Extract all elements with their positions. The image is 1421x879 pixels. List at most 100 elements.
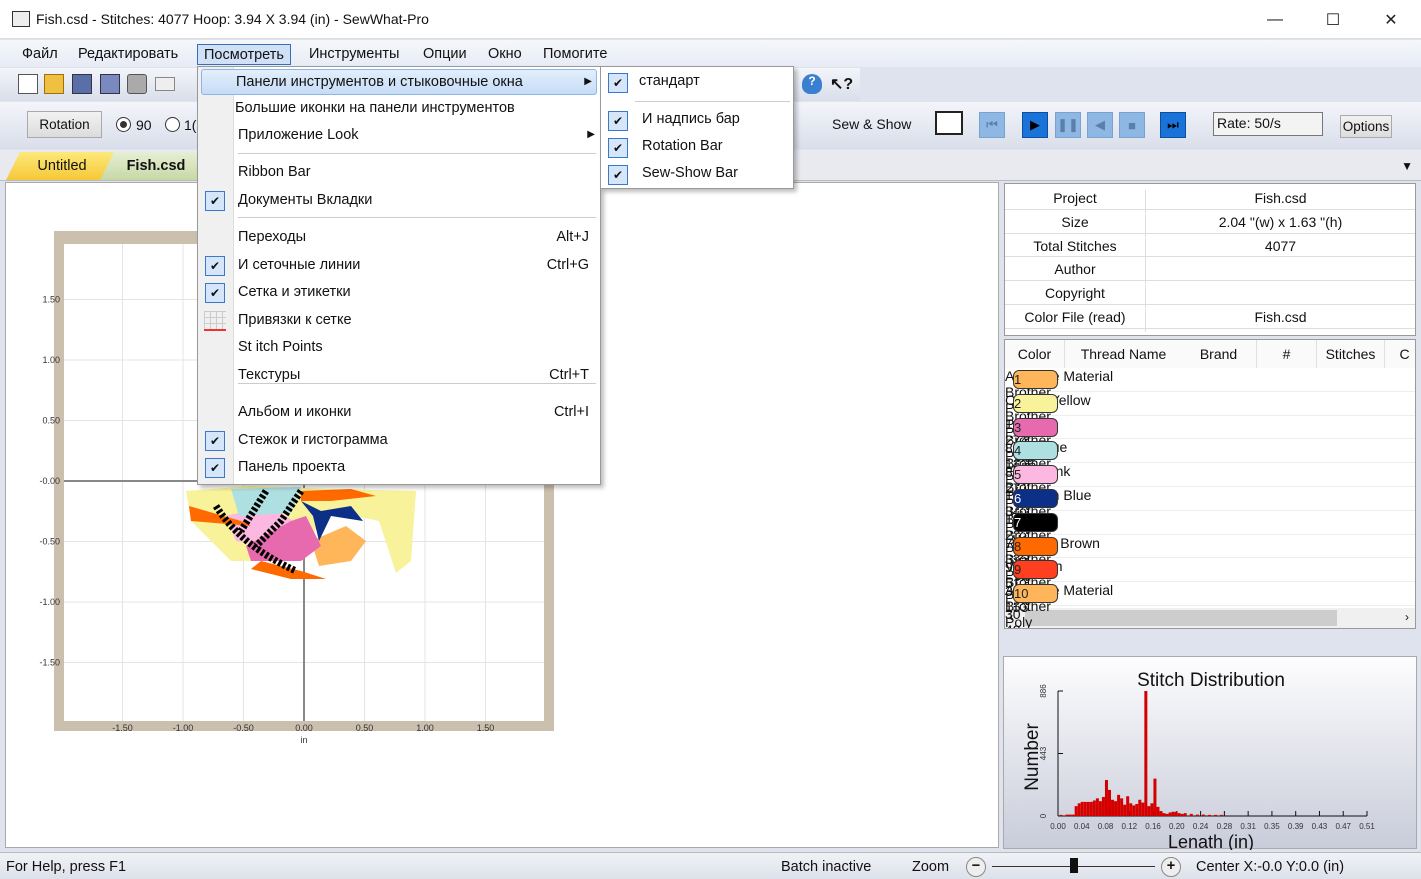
table-row[interactable]: 6Prussian BlueBrother Poly7395 bbox=[1005, 487, 1415, 567]
stop-button[interactable]: ■ bbox=[1119, 112, 1145, 138]
color-swatch[interactable]: 3 bbox=[1013, 417, 1058, 437]
scroll-right-icon[interactable]: › bbox=[1405, 610, 1409, 624]
column-header[interactable]: C bbox=[1385, 340, 1415, 368]
color-swatch[interactable]: 6 bbox=[1013, 489, 1058, 508]
table-row[interactable]: 2Cream YellowBrother Poly8121886 bbox=[1005, 392, 1415, 472]
sewing-machine-icon[interactable] bbox=[935, 111, 963, 135]
save-as-icon[interactable] bbox=[100, 74, 120, 94]
menu-help[interactable]: Помогите bbox=[537, 44, 613, 65]
menu-item-label: Привязки к сетке bbox=[238, 312, 352, 328]
save-icon[interactable] bbox=[72, 74, 92, 94]
table-row[interactable]: 5Flesh PinkBrother Poly124202 bbox=[1005, 463, 1415, 543]
menu-edit[interactable]: Редактировать bbox=[72, 44, 184, 65]
menu-item-label: Большие иконки на панели инструментов bbox=[235, 100, 515, 116]
rate-field[interactable]: Rate: 50/s bbox=[1213, 112, 1323, 136]
histogram-bar bbox=[1095, 798, 1099, 816]
zoom-in-button[interactable]: + bbox=[1161, 857, 1181, 877]
x-tick-label: 0.24 bbox=[1193, 822, 1209, 831]
column-header[interactable]: Thread Name bbox=[1065, 340, 1183, 368]
checkmark-icon: ✔ bbox=[205, 256, 225, 276]
table-row[interactable]: 1Applique MaterialBrother Poly100274 bbox=[1005, 368, 1415, 448]
menu-item[interactable]: St itch Points bbox=[235, 335, 599, 361]
menu-window[interactable]: Окно bbox=[482, 44, 528, 65]
column-header[interactable]: Color bbox=[1005, 340, 1065, 368]
print-icon[interactable] bbox=[127, 74, 147, 94]
menu-item[interactable]: Документы Вкладки bbox=[235, 188, 599, 214]
x-tick-label: 0.00 bbox=[1050, 822, 1066, 831]
table-row[interactable]: 9VermilionBrother Poly3042 bbox=[1005, 558, 1415, 628]
color-swatch[interactable]: 9 bbox=[1013, 560, 1058, 580]
column-header[interactable]: Stitches bbox=[1317, 340, 1385, 368]
menu-file[interactable]: Файл bbox=[16, 44, 64, 65]
axis-unit-label: in bbox=[300, 735, 307, 745]
radio-90[interactable] bbox=[116, 117, 131, 132]
options-button[interactable]: Options bbox=[1340, 115, 1392, 138]
open-folder-icon[interactable] bbox=[44, 74, 64, 94]
menu-item[interactable]: Альбом и иконки Ctrl+I bbox=[235, 400, 599, 426]
submenu-item[interactable]: Rotation Bar bbox=[637, 134, 792, 160]
menu-options[interactable]: Опции bbox=[417, 44, 473, 65]
submenu-item[interactable]: И надпись бар bbox=[637, 107, 792, 133]
zoom-slider-thumb[interactable] bbox=[1069, 858, 1078, 873]
tab-untitled[interactable]: Untitled bbox=[6, 152, 118, 180]
column-header[interactable]: # bbox=[1257, 340, 1317, 368]
menu-item[interactable]: Привязки к сетке bbox=[235, 308, 599, 334]
help-shield-icon[interactable]: ? bbox=[802, 74, 822, 94]
last-stitch-button[interactable]: ⏭ bbox=[1160, 112, 1186, 138]
table-row[interactable]: 7BlackBrother Poly900512 bbox=[1005, 511, 1415, 591]
project-key: Size bbox=[1061, 213, 1089, 230]
email-icon[interactable] bbox=[155, 77, 175, 91]
histogram-bar bbox=[1195, 814, 1199, 816]
color-swatch[interactable]: 4 bbox=[1013, 441, 1058, 461]
radio-180[interactable] bbox=[165, 117, 180, 132]
table-row[interactable]: 10Applique MaterialBrother Poly1002 bbox=[1005, 582, 1415, 628]
histogram-bar bbox=[1089, 801, 1093, 816]
zoom-out-button[interactable]: − bbox=[966, 857, 986, 877]
menu-item[interactable]: Панели инструментов и стыковочные окна ▶ bbox=[201, 69, 597, 95]
table-row[interactable]: 3PinkBrother Poly85271 bbox=[1005, 416, 1415, 496]
menu-item[interactable]: Ribbon Bar bbox=[235, 160, 599, 186]
pause-button[interactable]: ❚❚ bbox=[1055, 112, 1081, 138]
table-row[interactable]: 4Light BlueBrother Poly17340 bbox=[1005, 439, 1415, 519]
x-tick-label: 0.47 bbox=[1335, 822, 1351, 831]
project-row: Total Stitches 4077 bbox=[1005, 234, 1415, 261]
menu-item[interactable]: Переходы Alt+J bbox=[235, 225, 599, 251]
histogram-bar bbox=[1207, 814, 1211, 816]
menu-item[interactable]: Сетка и этикетки bbox=[235, 280, 599, 306]
menu-view[interactable]: Посмотреть bbox=[197, 44, 291, 65]
histogram-bar bbox=[1159, 811, 1163, 816]
histogram-bar bbox=[1071, 814, 1075, 816]
window-title: Fish.csd - Stitches: 4077 Hoop: 3.94 X 3… bbox=[36, 11, 429, 27]
maximize-button[interactable]: ☐ bbox=[1304, 0, 1362, 39]
menu-item[interactable]: Панель проекта bbox=[235, 455, 599, 481]
color-swatch[interactable]: 10 bbox=[1013, 584, 1058, 604]
color-swatch[interactable]: 5 bbox=[1013, 465, 1058, 485]
context-help-icon[interactable]: ↖? bbox=[830, 74, 853, 94]
new-file-icon[interactable] bbox=[18, 74, 38, 94]
step-back-button[interactable]: ◀ bbox=[1087, 112, 1113, 138]
first-stitch-button[interactable]: ⏮ bbox=[979, 112, 1005, 138]
histogram-bar bbox=[1132, 805, 1136, 816]
menu-tools[interactable]: Инструменты bbox=[303, 44, 405, 65]
minimize-button[interactable]: — bbox=[1246, 0, 1304, 39]
table-row[interactable]: 8Reddish BrownBrother Poly337153 bbox=[1005, 535, 1415, 615]
submenu-item[interactable]: стандарт bbox=[637, 69, 792, 95]
menu-item[interactable]: И сеточные линии Ctrl+G bbox=[235, 253, 599, 279]
play-button[interactable]: ▶ bbox=[1022, 112, 1048, 138]
color-swatch[interactable]: 8 bbox=[1013, 536, 1058, 556]
submenu-item[interactable]: Sew-Show Bar bbox=[637, 161, 792, 187]
color-swatch[interactable]: 1 bbox=[1013, 370, 1058, 389]
menu-item[interactable]: Приложение Look ▶ bbox=[235, 123, 599, 149]
color-swatch[interactable]: 7 bbox=[1013, 512, 1058, 532]
menu-item[interactable]: Текстуры Ctrl+T bbox=[235, 363, 599, 389]
histogram-bar bbox=[1068, 814, 1072, 816]
close-button[interactable]: ✕ bbox=[1362, 0, 1420, 39]
rotation-button[interactable]: Rotation bbox=[27, 111, 102, 138]
column-header[interactable]: Brand bbox=[1181, 340, 1257, 368]
menu-item[interactable]: Стежок и гистограмма bbox=[235, 428, 599, 454]
tab-fish[interactable]: Fish.csd bbox=[100, 152, 212, 180]
menu-item[interactable]: Большие иконки на панели инструментов bbox=[235, 96, 599, 122]
color-swatch[interactable]: 2 bbox=[1013, 393, 1058, 413]
histogram-bar bbox=[1141, 802, 1145, 816]
tab-list-dropdown-icon[interactable]: ▼ bbox=[1401, 159, 1413, 173]
